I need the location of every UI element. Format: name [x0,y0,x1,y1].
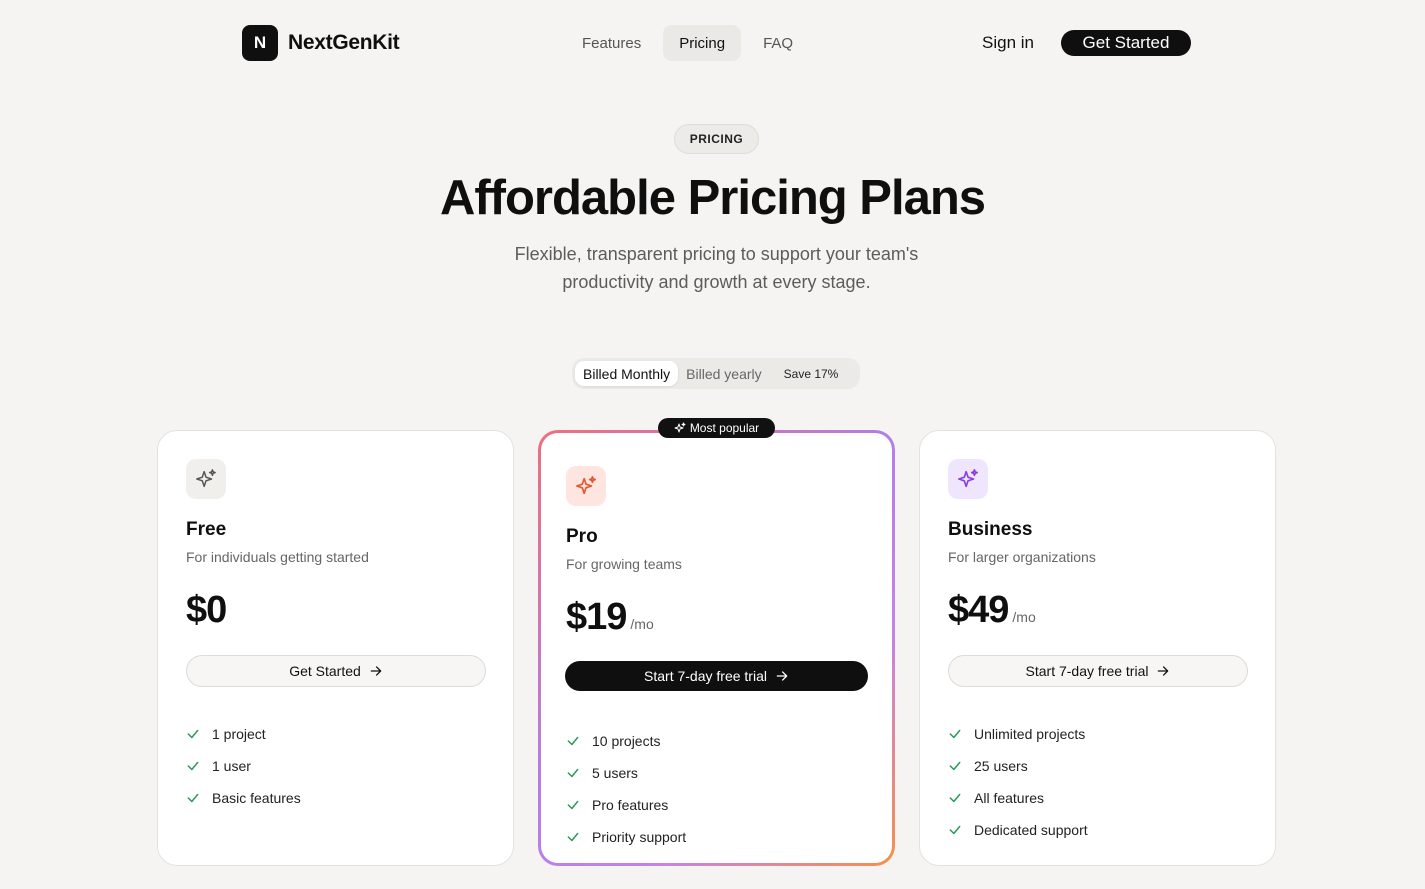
check-icon [186,791,204,805]
check-icon [566,798,584,812]
feature-item: Priority support [566,821,686,853]
feature-text: Priority support [592,829,687,845]
feature-item: Unlimited projects [948,718,1088,750]
plan-price: $49/mo [948,589,1036,632]
price-amount: $49 [948,589,1009,631]
price-period: /mo [1012,609,1036,625]
most-popular-label: Most popular [689,421,760,435]
plan-description: For growing teams [566,556,682,572]
feature-item: 5 users [566,757,686,789]
brand-name: NextGenKit [288,31,400,54]
sparkle-icon [674,422,686,434]
check-icon [186,727,204,741]
feature-text: 1 project [212,726,266,742]
feature-text: Dedicated support [974,822,1088,838]
arrow-right-icon [369,664,383,678]
feature-text: 10 projects [592,733,661,749]
button-label: Start 7-day free trial [1025,663,1149,679]
nav-item-faq[interactable]: FAQ [747,25,809,61]
feature-text: 25 users [974,758,1028,774]
page-title: Affordable Pricing Plans [439,171,986,225]
button-label: Start 7-day free trial [644,668,767,684]
check-icon [566,766,584,780]
check-icon [948,727,966,741]
billing-monthly-option[interactable]: Billed Monthly [575,361,679,386]
most-popular-badge: Most popular [658,418,775,438]
feature-item: 1 project [186,718,301,750]
site-header: N NextGenKit Features Pricing FAQ Sign i… [0,0,1425,86]
check-icon [948,823,966,837]
brand-logo[interactable]: N NextGenKit [242,25,400,61]
feature-text: 5 users [592,765,638,781]
button-label: Get Started [289,663,361,679]
feature-text: All features [974,790,1045,806]
page-subtitle: Flexible, transparent pricing to support… [514,244,919,292]
price-period: /mo [630,616,654,632]
plan-description: For individuals getting started [186,549,369,565]
feature-text: Basic features [212,790,301,806]
arrow-right-icon [775,669,789,683]
plan-price: $0 [186,589,227,632]
business-start-trial-button[interactable]: Start 7-day free trial [948,655,1248,687]
feature-item: Basic features [186,782,301,814]
plan-price: $19/mo [566,596,654,639]
plan-description: For larger organizations [948,549,1096,565]
main-nav: Features Pricing FAQ [566,25,809,61]
plan-name: Free [186,519,227,540]
price-amount: $0 [186,589,227,631]
feature-item: Dedicated support [948,814,1088,846]
feature-list: 10 projects 5 users Pro features Priorit… [566,725,686,853]
plan-card-pro-inner: Pro For growing teams $19/mo Start 7-day… [541,433,892,863]
nav-item-features[interactable]: Features [566,25,657,61]
feature-item: 10 projects [566,725,686,757]
plan-name: Pro [566,526,598,547]
sign-in-link[interactable]: Sign in [982,33,1034,53]
feature-list: 1 project 1 user Basic features [186,718,301,814]
logo-mark: N [242,25,278,61]
feature-item: 25 users [948,750,1088,782]
check-icon [566,830,584,844]
plan-name: Business [948,519,1033,540]
check-icon [948,791,966,805]
section-badge: PRICING [674,124,759,154]
check-icon [948,759,966,773]
price-amount: $19 [566,596,627,638]
billing-yearly-option[interactable]: Billed yearly [678,361,769,386]
feature-text: 1 user [212,758,251,774]
plan-card-free: Free For individuals getting started $0 … [157,430,514,866]
feature-list: Unlimited projects 25 users All features… [948,718,1088,846]
pro-start-trial-button[interactable]: Start 7-day free trial [565,661,868,691]
sparkle-icon [566,466,606,506]
feature-item: Pro features [566,789,686,821]
billing-toggle: Billed Monthly Billed yearly Save 17% [572,358,860,389]
feature-text: Unlimited projects [974,726,1086,742]
plan-card-pro: Pro For growing teams $19/mo Start 7-day… [538,430,895,866]
free-get-started-button[interactable]: Get Started [186,655,486,687]
get-started-button[interactable]: Get Started [1061,30,1191,56]
plan-card-business: Business For larger organizations $49/mo… [919,430,1276,866]
nav-item-pricing[interactable]: Pricing [663,25,742,61]
feature-item: 1 user [186,750,301,782]
check-icon [566,734,584,748]
arrow-right-icon [1156,664,1170,678]
feature-item: All features [948,782,1088,814]
check-icon [186,759,204,773]
sparkle-icon [186,459,226,499]
sparkle-icon [948,459,988,499]
feature-text: Pro features [592,797,669,813]
save-badge: Save 17% [783,366,839,381]
